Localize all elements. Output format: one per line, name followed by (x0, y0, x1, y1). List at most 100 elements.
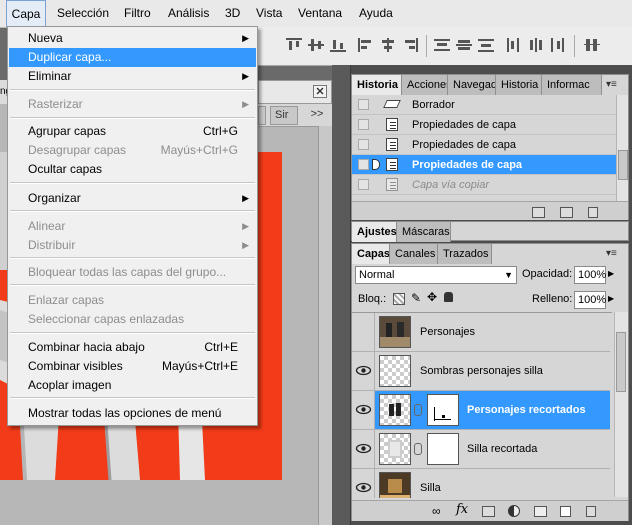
history-state[interactable]: Propiedades de capa (352, 135, 617, 155)
distribute-left-icon[interactable] (506, 38, 522, 52)
menu-3d[interactable]: 3D (225, 0, 240, 27)
menu-item[interactable]: Agrupar capas Ctrl+G (9, 122, 256, 141)
lock-position-icon[interactable]: ✥ (427, 290, 437, 304)
distribute-vcenter-icon[interactable] (456, 38, 472, 52)
fx-icon[interactable]: fx (456, 502, 468, 517)
menu-item[interactable]: Rasterizar ▶ (9, 95, 256, 114)
layers-scroll-thumb[interactable] (616, 332, 626, 392)
menu-item[interactable]: Seleccionar capas enlazadas (9, 310, 256, 329)
tab-informacion[interactable]: Informac (542, 75, 602, 95)
tab-sir[interactable]: Sir (270, 106, 298, 125)
new-group-icon[interactable] (534, 506, 547, 517)
trash-icon[interactable] (588, 207, 598, 218)
menu-seleccion[interactable]: Selección (57, 0, 109, 27)
tab-navegador[interactable]: Navegad (448, 75, 496, 95)
snapshot-icon[interactable] (560, 207, 573, 218)
menu-ventana[interactable]: Ventana (298, 0, 342, 27)
menu-ayuda[interactable]: Ayuda (359, 0, 393, 27)
distribute-top-icon[interactable] (434, 38, 450, 52)
menu-item[interactable]: Organizar ▶ (9, 189, 256, 208)
tab-capas[interactable]: Capas (352, 244, 390, 264)
layer-visibility-toggle[interactable] (352, 430, 375, 468)
trash-icon[interactable] (586, 506, 596, 517)
history-source-checkbox[interactable] (358, 139, 369, 150)
layer-mask-thumbnail[interactable] (427, 433, 459, 465)
menu-item[interactable]: Duplicar capa... (9, 48, 256, 67)
layer-visibility-toggle[interactable] (352, 352, 375, 390)
layer-thumbnail[interactable] (379, 316, 411, 348)
fill-input[interactable]: 100% (574, 291, 606, 309)
lock-all-icon[interactable] (444, 292, 453, 302)
fill-dropdown-icon[interactable]: ▶ (608, 294, 614, 303)
lock-pixels-icon[interactable]: ✎ (411, 291, 421, 305)
layer-visibility-toggle[interactable] (352, 391, 375, 429)
history-source-checkbox[interactable] (358, 179, 369, 190)
layer-thumbnail[interactable] (379, 472, 411, 498)
layer-thumbnail[interactable] (379, 394, 411, 426)
layer-row[interactable]: Personajes (352, 313, 610, 352)
document-scrollbar[interactable] (318, 126, 332, 525)
adjustment-layer-icon[interactable] (508, 505, 520, 517)
align-top-icon[interactable] (286, 38, 302, 52)
distribute-right-icon[interactable] (550, 38, 566, 52)
mask-link-icon[interactable] (414, 443, 422, 455)
tab-partial-left[interactable] (258, 106, 266, 125)
lock-transparency-icon[interactable] (393, 293, 405, 305)
menu-item[interactable]: Distribuir ▶ (9, 236, 256, 255)
align-bottom-icon[interactable] (330, 38, 346, 52)
tab-ajustes[interactable]: Ajustes (352, 222, 397, 242)
tab-histograma[interactable]: Historia (496, 75, 542, 95)
auto-align-icon[interactable] (584, 38, 600, 52)
layer-mask-thumbnail[interactable] (427, 394, 459, 426)
tab-historia[interactable]: Historia (352, 75, 402, 95)
panel-menu-icon[interactable]: ▾≡ (606, 248, 617, 259)
history-state[interactable]: Propiedades de capa (352, 155, 617, 175)
layer-name[interactable]: Silla (420, 469, 441, 498)
tab-trazados[interactable]: Trazados (438, 244, 492, 264)
layer-name[interactable]: Silla recortada (467, 430, 537, 469)
menu-item[interactable]: Bloquear todas las capas del grupo... (9, 263, 256, 282)
history-source-checkbox[interactable] (358, 159, 369, 170)
align-vcenter-icon[interactable] (308, 38, 324, 52)
menu-item[interactable]: Eliminar ▶ (9, 67, 256, 86)
mask-link-icon[interactable] (414, 404, 422, 416)
history-source-checkbox[interactable] (358, 119, 369, 130)
menu-item[interactable]: Combinar visibles Mayús+Ctrl+E (9, 357, 256, 376)
distribute-hcenter-icon[interactable] (528, 38, 544, 52)
link-layers-icon[interactable]: ∞ (432, 504, 441, 518)
layer-thumbnail[interactable] (379, 355, 411, 387)
menu-item[interactable]: Ocultar capas (9, 160, 256, 179)
history-state[interactable]: Capa vía copiar (352, 175, 617, 195)
panel-menu-icon[interactable]: ▾≡ (606, 79, 617, 90)
blend-mode-select[interactable]: Normal ▼ (355, 266, 517, 284)
close-icon[interactable] (313, 85, 327, 98)
align-right-icon[interactable] (402, 38, 418, 52)
menu-item[interactable]: Enlazar capas (9, 291, 256, 310)
history-state[interactable]: Borrador (352, 95, 617, 115)
layer-row[interactable]: Silla (352, 469, 610, 498)
opacity-input[interactable]: 100% (574, 266, 606, 284)
layer-name[interactable]: Sombras personajes silla (420, 352, 543, 391)
layer-row[interactable]: Silla recortada (352, 430, 610, 469)
add-mask-icon[interactable] (482, 506, 495, 517)
new-document-from-state-icon[interactable] (532, 207, 545, 218)
menu-item[interactable]: Combinar hacia abajo Ctrl+E (9, 338, 256, 357)
history-scroll-thumb[interactable] (618, 150, 628, 180)
layer-thumbnail[interactable] (379, 433, 411, 465)
menu-analisis[interactable]: Análisis (168, 0, 209, 27)
align-left-icon[interactable] (358, 38, 374, 52)
history-source-checkbox[interactable] (358, 99, 369, 110)
layer-name[interactable]: Personajes (420, 313, 475, 352)
menu-item[interactable]: Desagrupar capas Mayús+Ctrl+G (9, 141, 256, 160)
history-state[interactable]: Propiedades de capa (352, 115, 617, 135)
align-hcenter-icon[interactable] (380, 38, 396, 52)
menu-item[interactable]: Alinear ▶ (9, 217, 256, 236)
layers-scrollbar[interactable] (614, 312, 628, 497)
new-layer-icon[interactable] (560, 506, 571, 517)
layer-name[interactable]: Personajes recortados (467, 391, 586, 430)
menu-item[interactable]: Acoplar imagen (9, 376, 256, 395)
menu-item[interactable]: Mostrar todas las opciones de menú (9, 404, 256, 423)
menu-capa[interactable]: Capa (6, 0, 46, 27)
menu-vista[interactable]: Vista (256, 0, 282, 27)
distribute-bottom-icon[interactable] (478, 38, 494, 52)
